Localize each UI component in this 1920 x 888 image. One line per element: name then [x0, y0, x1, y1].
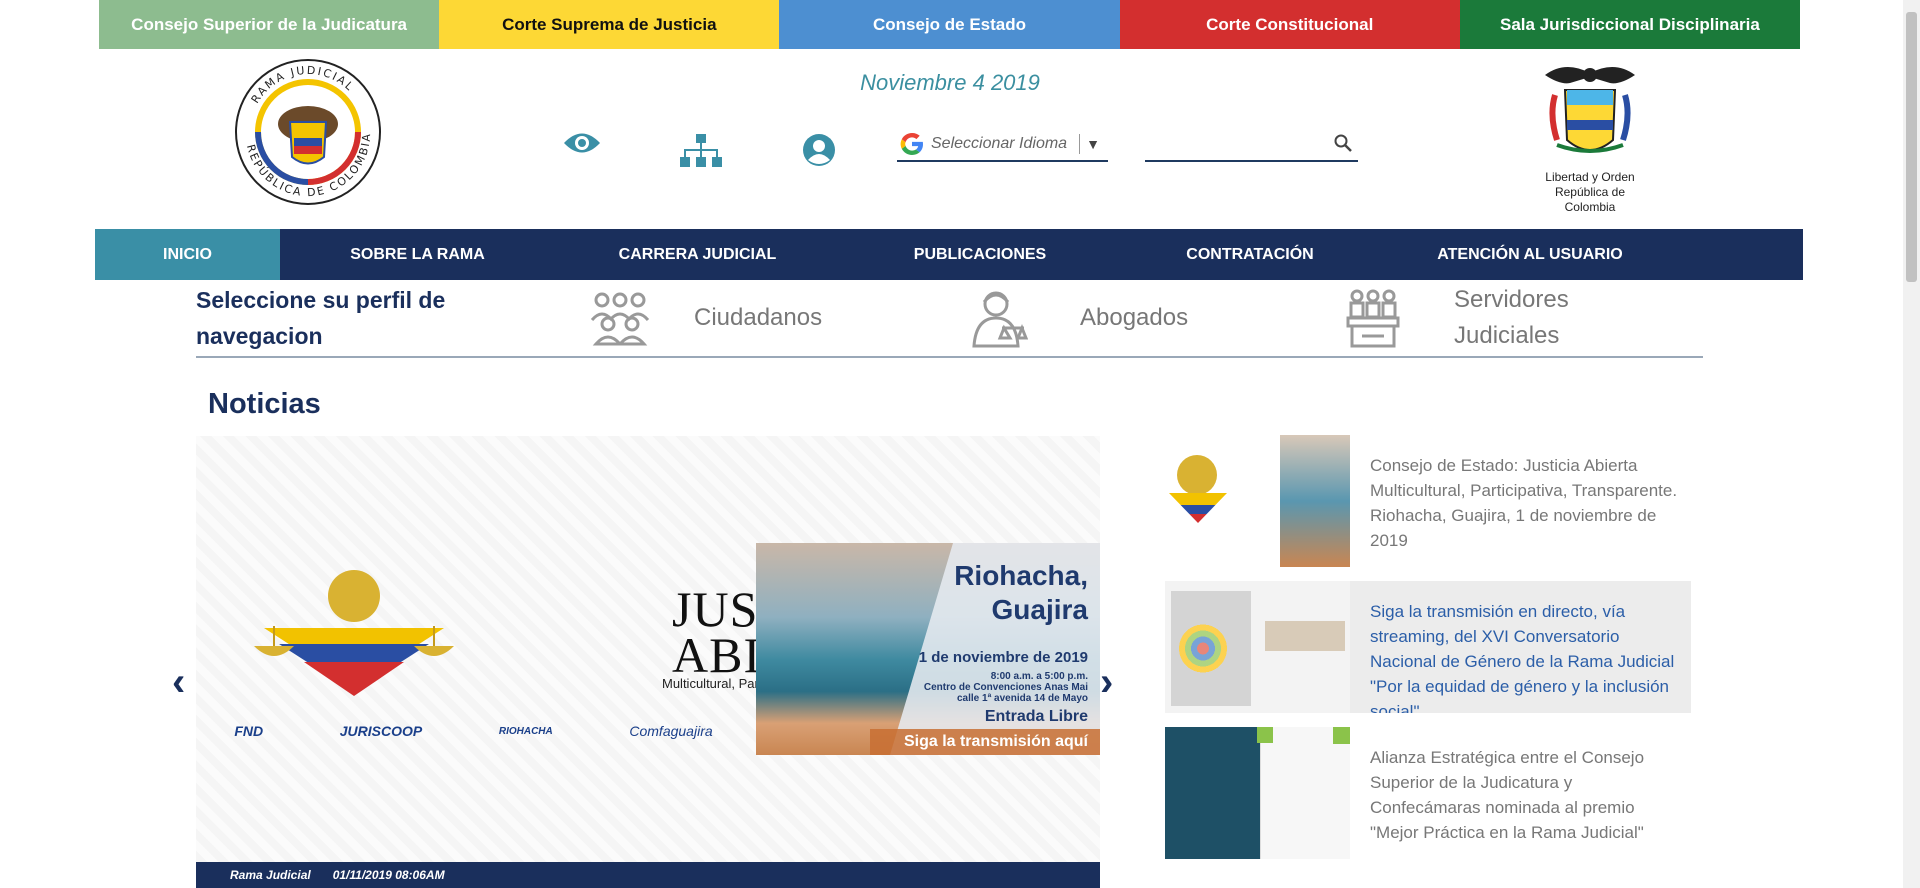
language-select-label: Seleccionar Idioma [931, 135, 1068, 152]
profile-option-ciudadanos[interactable]: Ciudadanos [586, 280, 822, 356]
news-heading: Noticias [208, 388, 321, 420]
slide-caption-bar: Rama Judicial 01/11/2019 08:06AM [196, 862, 1100, 888]
news-thumbnail [1165, 727, 1350, 859]
news-thumbnail [1165, 581, 1350, 713]
sitemap-icon[interactable] [680, 134, 722, 173]
top-link-sala-disciplinaria[interactable]: Sala Jurisdiccional Disciplinaria [1459, 0, 1801, 49]
nav-item-atencion-al-usuario[interactable]: ATENCIÓN AL USUARIO [1380, 229, 1680, 280]
top-link-corte-constitucional[interactable]: Corte Constitucional [1119, 0, 1460, 49]
search-input[interactable] [1145, 128, 1329, 160]
accessibility-eye-icon[interactable] [563, 130, 601, 161]
dropdown-arrow-icon[interactable]: ▼ [1086, 136, 1100, 152]
news-item-text: Consejo de Estado: Justicia Abierta Mult… [1370, 456, 1678, 550]
banner-cta: Siga la transmisión aquí [870, 729, 1100, 755]
riohacha-banner: Riohacha, Guajira 1 de noviembre de 2019 … [756, 543, 1100, 755]
nav-item-sobre-la-rama[interactable]: SOBRE LA RAMA [280, 229, 555, 280]
search-field[interactable] [1145, 128, 1358, 162]
profile-option-abogados[interactable]: Abogados [966, 280, 1188, 356]
nav-item-inicio[interactable]: INICIO [95, 229, 280, 280]
colombia-coat-of-arms: Libertad y Orden República de Colombia [1530, 55, 1650, 214]
nav-item-carrera-judicial[interactable]: CARRERA JUDICIAL [555, 229, 840, 280]
profile-option-label: Abogados [1080, 304, 1189, 331]
caption-date: 01/11/2019 08:06AM [332, 868, 445, 882]
sponsor-comfaguajira: Comfaguajira [629, 723, 713, 739]
profile-selector: Seleccione su perfil de navegacion Ciuda… [196, 280, 1703, 358]
search-icon[interactable] [1334, 134, 1352, 152]
banner-entrada: Entrada Libre [984, 708, 1088, 725]
carousel-prev-chevron-icon[interactable]: ‹ [172, 660, 185, 705]
banner-details: 8:00 a.m. a 5:00 p.m. Centro de Convencio… [923, 671, 1088, 704]
people-group-icon [590, 292, 650, 346]
profile-title: Seleccione su perfil de navegacion [196, 287, 446, 349]
current-date: Noviembre 4 2019 [860, 70, 1040, 95]
user-account-icon[interactable] [803, 134, 835, 171]
divider [1079, 134, 1081, 154]
sponsor-riohacha: RIOHACHA [498, 725, 553, 737]
news-list-item[interactable]: Alianza Estratégica entre el Consejo Sup… [1165, 727, 1691, 859]
sponsor-juriscoop: JURISCOOP [339, 723, 423, 739]
judges-bench-icon [1346, 289, 1400, 348]
top-link-consejo-superior[interactable]: Consejo Superior de la Judicatura [99, 0, 440, 49]
nav-item-contratacion[interactable]: CONTRATACIÓN [1120, 229, 1380, 280]
lawyer-icon [972, 291, 1028, 348]
banner-event-date: 1 de noviembre de 2019 [918, 649, 1088, 666]
news-item-text: Alianza Estratégica entre el Consejo Sup… [1370, 748, 1645, 842]
sponsor-fnd: FND [234, 723, 264, 739]
nav-item-publicaciones[interactable]: PUBLICACIONES [840, 229, 1120, 280]
caption-source: Rama Judicial [230, 868, 311, 882]
coat-of-arms-icon [1545, 66, 1635, 153]
google-icon [900, 133, 923, 155]
entities-bar: Consejo Superior de la Judicatura Corte … [99, 0, 1801, 49]
carousel-next-chevron-icon[interactable]: › [1100, 660, 1113, 705]
rama-judicial-logo[interactable]: RAMA JUDICIAL REPÚBLICA DE COLOMBIA [228, 52, 388, 207]
language-select[interactable]: Seleccionar Idioma ▼ [897, 128, 1108, 162]
news-item-text: Siga la transmisión en directo, vía stre… [1370, 602, 1675, 713]
profile-option-label: Servidores Judiciales [1454, 286, 1569, 349]
top-link-corte-suprema[interactable]: Corte Suprema de Justicia [439, 0, 780, 49]
profile-option-servidores[interactable]: Servidores Judiciales [1346, 280, 1574, 356]
news-list-item[interactable]: Siga la transmisión en directo, vía stre… [1165, 581, 1691, 713]
justicia-abierta-logo [254, 570, 454, 696]
news-carousel-slide[interactable]: JUSTICIA ABIERTA Multicultural, Particip… [196, 436, 1100, 862]
profile-option-label: Ciudadanos [694, 304, 823, 331]
logo-caption-2: República de Colombia [1554, 185, 1626, 214]
main-nav: INICIO SOBRE LA RAMA CARRERA JUDICIAL PU… [95, 229, 1803, 280]
sponsor-logos: FND JURISCOOP RIOHACHA Comfaguajira [196, 711, 751, 751]
page-scrollbar[interactable] [1903, 0, 1920, 888]
news-thumbnail [1165, 435, 1350, 567]
top-link-consejo-estado[interactable]: Consejo de Estado [779, 0, 1120, 49]
banner-city: Riohacha, Guajira [954, 560, 1088, 625]
news-list-item[interactable]: Consejo de Estado: Justicia Abierta Mult… [1165, 435, 1691, 567]
logo-caption-1: Libertad y Orden [1545, 170, 1635, 184]
scrollbar-thumb[interactable] [1906, 12, 1917, 282]
